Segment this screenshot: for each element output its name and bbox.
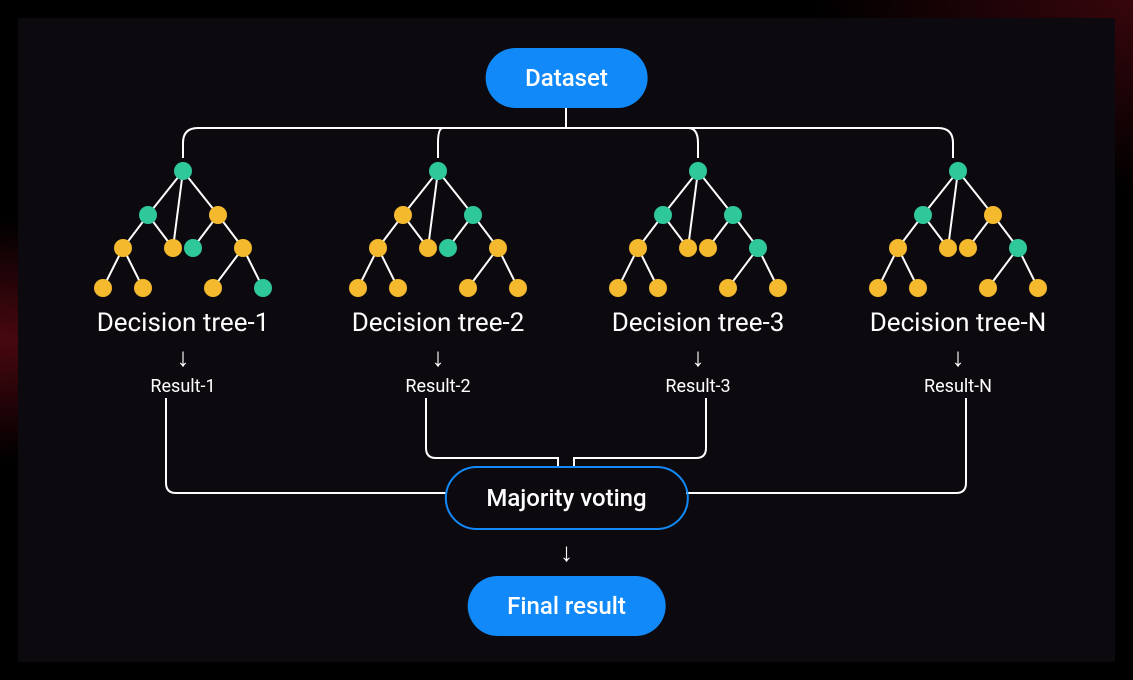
decision-tree-N-graphic [853,153,1063,303]
final-result-node: Final result [467,576,666,636]
result-N-label: Result-N [924,376,992,397]
diagram-frame: Dataset D [18,18,1115,662]
dataset-label: Dataset [525,64,608,92]
tree-2-label: Decision tree-2 [352,308,525,338]
tree-3-label: Decision tree-3 [612,308,785,338]
arrow-down-icon: ↓ [432,345,445,371]
majority-voting-node: Majority voting [444,466,688,530]
arrow-down-icon: ↓ [177,345,190,371]
arrow-down-icon: ↓ [952,345,965,371]
decision-tree-3-graphic [593,153,803,303]
result-3-label: Result-3 [665,376,730,397]
decision-tree-2-graphic [333,153,543,303]
arrow-down-icon: ↓ [692,345,705,371]
result-2-label: Result-2 [405,376,470,397]
decision-tree-1-graphic [78,153,288,303]
dataset-node: Dataset [485,48,648,108]
majority-voting-label: Majority voting [486,484,646,512]
result-1-label: Result-1 [150,376,215,397]
arrow-down-icon: ↓ [560,540,573,566]
tree-1-label: Decision tree-1 [97,308,270,338]
tree-N-label: Decision tree-N [870,308,1047,338]
final-result-label: Final result [507,592,626,620]
